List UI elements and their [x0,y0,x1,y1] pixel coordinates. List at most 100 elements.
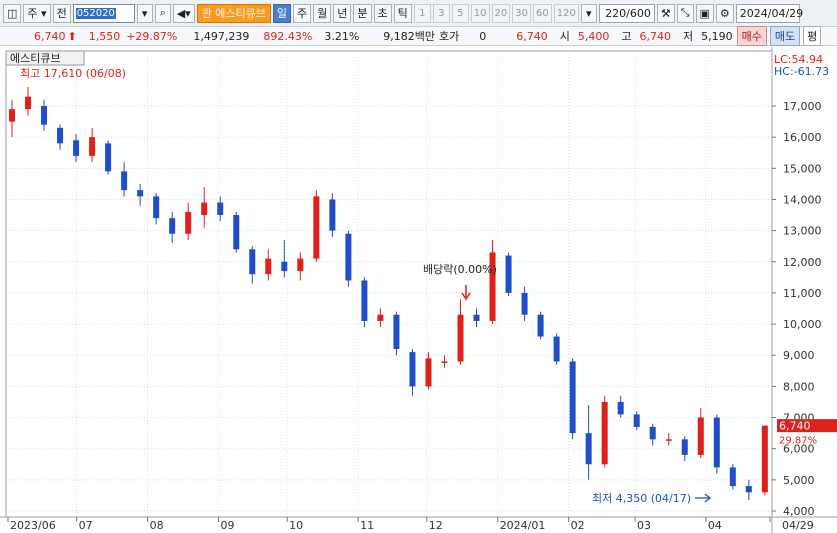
stock-code: 052020 [75,7,116,19]
interval-30-button[interactable]: 30 [512,3,531,23]
chart-tools-icon[interactable]: ⚒ [656,3,675,23]
candle-body [153,196,160,219]
candle-body [729,467,736,487]
period-second-button[interactable]: 초 [373,3,392,23]
chart-title: 에스티큐브 [10,52,61,65]
period-year-button[interactable]: 년 [333,3,352,23]
candle-body [249,249,256,275]
interval-1-button[interactable]: 1 [413,3,431,23]
candle-body [649,426,656,440]
speaker-icon[interactable]: ◀▾ [172,3,195,23]
candle-body [569,361,576,434]
high-label: 고 [621,30,632,43]
candle-body [89,137,96,156]
candle-body [9,109,15,122]
y-tick-label: 9,000 [783,349,815,362]
high-value: 6,740 [639,29,672,43]
y-tick-label: 11,000 [783,287,822,300]
x-tick-label: 2023/06 [10,519,56,532]
interval-60-button[interactable]: 60 [532,3,552,23]
candle-body [697,417,704,455]
open-label: 시 [559,30,570,43]
hoga-label: 호가 [439,30,460,43]
candle-body [585,433,592,465]
candle-body [377,314,384,321]
interval-3-button[interactable]: 3 [432,3,450,23]
count-value: 220 [605,6,627,20]
candle-body [137,190,144,197]
x-tick-label: 10 [289,519,303,532]
stock-code-input[interactable]: 052020 [72,3,135,23]
y-tick-label: 8,000 [783,380,815,393]
candle-body [473,314,480,321]
market-button[interactable]: 전 [52,3,71,23]
candle-body [713,417,720,468]
open-value: 5,400 [577,29,610,43]
candle-body [553,336,560,362]
candle-body [409,352,416,387]
gear-icon[interactable]: ⚙ [715,3,734,23]
interval-10-button[interactable]: 10 [470,3,490,23]
x-tick-label: 12 [429,519,443,532]
last-price-label: 6,740 [779,420,811,433]
dropdown-icon[interactable]: ▾ [136,3,153,23]
name-badge: 관 [201,7,212,20]
chart-background [0,47,837,533]
count-max: /600 [626,6,651,20]
y-tick-label: 15,000 [783,162,822,175]
x-tick-label: 11 [360,519,374,532]
period-tick-button[interactable]: 틱 [393,3,412,23]
hoga-value: 0 [479,29,487,43]
toolbar: ◫ 주 ▾ 전 052020 ▾ ⌕ ◀▾ 관 에스티큐브 일 주 월 년 분 … [0,0,837,27]
candle-body [505,255,512,293]
candle-body [665,439,672,441]
last-change-label: 29.87% [779,436,817,447]
interval-dropdown-icon[interactable]: ▾ [580,3,597,23]
x-tick-label: 04/29 [782,519,814,532]
volume-ratio: 892.43% [263,29,313,43]
candle-body [25,96,32,110]
candle-body [57,127,64,144]
change-pct: +29.87% [126,29,178,43]
turnover-value: 3.21% [324,29,360,43]
low-label: 저 [683,30,694,43]
draw-tool-icon[interactable]: ⤡ [676,3,694,23]
period-day-button[interactable]: 일 [272,3,292,23]
interval-120-button[interactable]: 120 [553,3,579,23]
date-input[interactable]: 2024/04/29 [735,3,803,23]
high-annotation: 최고 17,610 (06/08) [20,67,126,80]
candle-body [105,143,112,172]
more-button[interactable]: 평 [803,26,822,46]
period-minute-button[interactable]: 분 [353,3,372,23]
buy-button[interactable]: 매수 [736,26,767,46]
price-chart[interactable]: 4,0005,0006,0007,0008,0009,00010,00011,0… [0,47,837,533]
stock-name-box[interactable]: 관 에스티큐브 [196,3,271,23]
layout-icon[interactable]: ◫ [3,3,22,23]
interval-20-button[interactable]: 20 [491,3,511,23]
save-icon[interactable]: ▣ [695,3,714,23]
candle-body [73,140,80,156]
candle-body [41,106,48,125]
y-tick-label: 10,000 [783,318,822,331]
low-annotation: 최저 4,350 (04/17) [592,492,691,505]
search-icon[interactable]: ⌕ [154,3,171,23]
x-tick-label: 08 [150,519,164,532]
dividend-annotation: 배당락(0.00%) [423,263,497,276]
candle-body [441,361,448,363]
type-label: 주 [27,7,38,20]
sell-button[interactable]: 매도 [769,26,801,46]
count-input[interactable]: 220/600 [598,3,655,23]
amount-value: 9,182백만 [383,30,436,43]
candle-body [393,314,400,350]
period-week-button[interactable]: 주 [293,3,312,23]
candle-body [313,196,320,259]
candle-body [361,280,368,321]
up-arrow-icon: ⬆ [67,29,77,43]
y-tick-label: 14,000 [783,193,822,206]
interval-5-button[interactable]: 5 [451,3,469,23]
candle-body [457,314,464,362]
type-select[interactable]: 주 ▾ [23,3,51,23]
candle-body [297,258,304,272]
period-month-button[interactable]: 월 [313,3,332,23]
candle-body [329,199,336,231]
